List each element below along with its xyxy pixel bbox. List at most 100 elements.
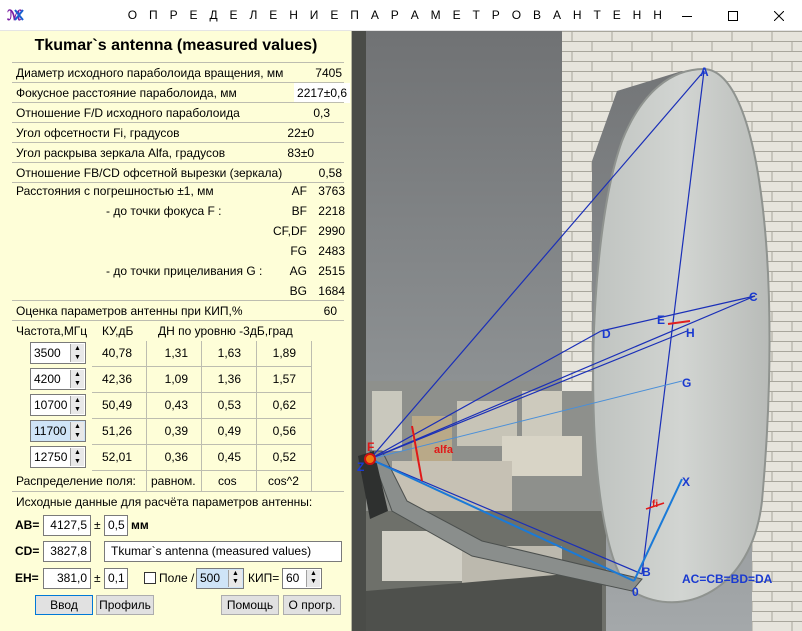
gain-header: КУ,дБ: [102, 324, 134, 338]
about-button[interactable]: О прогр.: [283, 595, 341, 615]
stepper-arrows[interactable]: ▲ ▼: [70, 370, 84, 388]
antenna-photo: A B C D E H G F Z X 0 fi alfa AC=CB=BD=D…: [352, 31, 802, 631]
distance-value: 1684: [318, 284, 345, 298]
distribution-option: cos^2: [268, 474, 299, 488]
gain-cell: 50,49: [101, 398, 132, 412]
antenna-diagram: A B C D E H G F Z X 0 fi alfa AC=CB=BD=D…: [352, 31, 802, 631]
frequency-stepper[interactable]: 4200 ▲ ▼: [30, 368, 86, 390]
divider: [201, 341, 202, 491]
stepper-arrows[interactable]: ▲ ▼: [306, 570, 320, 587]
beam-cell: 0,52: [272, 450, 296, 464]
stepper-arrows[interactable]: ▲ ▼: [70, 422, 84, 440]
beam-cell: 0,36: [164, 450, 188, 464]
frequency-stepper[interactable]: 12750 ▲ ▼: [30, 446, 86, 468]
frequency-value: 10700: [34, 398, 68, 412]
distance-value: 2483: [318, 244, 345, 258]
point-d-label: D: [602, 327, 611, 341]
divider: [12, 320, 344, 321]
chevron-up-icon[interactable]: ▲: [71, 448, 84, 457]
frequency-value: 4200: [34, 372, 61, 386]
chevron-up-icon[interactable]: ▲: [71, 422, 84, 431]
distances-title: Расстояния с погрешностью ±1, мм: [16, 184, 214, 198]
maximize-button[interactable]: [710, 0, 756, 31]
chevron-up-icon[interactable]: ▲: [71, 370, 84, 379]
input-button[interactable]: Ввод: [35, 595, 93, 615]
beam-header: ДН по уровню -3дБ,град: [158, 324, 293, 338]
distribution-option: равном.: [151, 474, 196, 488]
field-value: 500: [200, 571, 221, 585]
ab-tolerance-input[interactable]: 0,5: [104, 515, 128, 536]
param-row: Отношение F/D исходного параболоида 0,3: [12, 102, 344, 122]
divider: [92, 366, 312, 367]
divider: [146, 341, 147, 491]
beam-cell: 0,56: [272, 424, 296, 438]
chevron-up-icon[interactable]: ▲: [307, 570, 320, 578]
cd-input[interactable]: 3827,8: [43, 541, 91, 562]
plus-minus: ±: [94, 518, 101, 532]
frequency-stepper[interactable]: 11700 ▲ ▼: [30, 420, 86, 442]
plus-minus: ±: [94, 571, 101, 585]
kip-label: КИП=: [248, 571, 280, 585]
fi-label: fi: [652, 499, 658, 510]
beam-cell: 0,39: [164, 424, 188, 438]
chevron-up-icon[interactable]: ▲: [71, 396, 84, 405]
stepper-arrows[interactable]: ▲ ▼: [228, 570, 242, 587]
distance-value: 3763: [318, 184, 345, 198]
chevron-down-icon[interactable]: ▼: [71, 353, 84, 362]
divider: [92, 418, 312, 419]
divider: [311, 341, 312, 491]
chevron-down-icon[interactable]: ▼: [71, 405, 84, 414]
chevron-down-icon[interactable]: ▼: [307, 578, 320, 586]
stepper-arrows[interactable]: ▲ ▼: [70, 396, 84, 414]
param-row: Диаметр исходного параболоида вращения, …: [12, 62, 344, 82]
ab-input[interactable]: 4127,5: [43, 515, 91, 536]
focus-distances-label: - до точки фокуса F :: [106, 204, 222, 218]
eh-input[interactable]: 381,0: [43, 568, 91, 589]
distance-name: AF: [291, 184, 307, 198]
frequency-stepper[interactable]: 3500 ▲ ▼: [30, 342, 86, 364]
kip-stepper[interactable]: 60 ▲ ▼: [282, 568, 322, 589]
point-a-label: A: [700, 65, 709, 79]
param-row: Угол офсетности Fi, градусов 22±0: [12, 122, 344, 142]
unit-label: мм: [131, 518, 149, 532]
equality-label: AC=CB=BD=DA: [682, 572, 773, 586]
beam-cell: 1,63: [217, 346, 241, 360]
stepper-arrows[interactable]: ▲ ▼: [70, 448, 84, 466]
field-checkbox[interactable]: [144, 572, 156, 584]
chevron-up-icon[interactable]: ▲: [229, 570, 242, 578]
stepper-arrows[interactable]: ▲ ▼: [70, 344, 84, 362]
distance-name: FG: [290, 244, 307, 258]
param-value: 7405: [315, 66, 342, 80]
close-button[interactable]: [756, 0, 802, 31]
param-label: Отношение F/D исходного параболоида: [16, 106, 240, 120]
inputs-title: Исходные данные для расчёта параметров а…: [16, 495, 313, 509]
chevron-down-icon[interactable]: ▼: [71, 379, 84, 388]
chevron-down-icon[interactable]: ▼: [71, 431, 84, 440]
distance-name: BF: [291, 204, 307, 218]
chevron-up-icon[interactable]: ▲: [71, 344, 84, 353]
gain-cell: 51,26: [101, 424, 132, 438]
frequency-stepper[interactable]: 10700 ▲ ▼: [30, 394, 86, 416]
antenna-name-input[interactable]: Tkumar`s antenna (measured values): [104, 541, 342, 562]
chevron-down-icon[interactable]: ▼: [229, 578, 242, 586]
field-stepper[interactable]: 500 ▲ ▼: [196, 568, 244, 589]
param-label: Диаметр исходного параболоида вращения, …: [16, 66, 284, 80]
beam-cell: 1,57: [272, 372, 296, 386]
point-c-label: C: [749, 290, 758, 304]
eh-tolerance-input[interactable]: 0,1: [104, 568, 128, 589]
field-label: Поле /: [159, 571, 195, 585]
beam-cell: 0,53: [217, 398, 241, 412]
distribution-label: Распределение поля:: [16, 474, 136, 488]
chevron-down-icon[interactable]: ▼: [71, 457, 84, 466]
minimize-button[interactable]: [664, 0, 710, 31]
profile-button[interactable]: Профиль: [96, 595, 154, 615]
frequency-value: 11700: [34, 424, 67, 438]
param-label: Угол офсетности Fi, градусов: [16, 126, 180, 140]
divider: [256, 341, 257, 491]
distance-value: 2990: [318, 224, 345, 238]
estimate-value: 60: [323, 304, 337, 318]
parameters-panel: Tkumar`s antenna (measured values) Диаме…: [0, 31, 352, 631]
param-row: Угол раскрыва зеркала Alfa, градусов 83±…: [12, 142, 344, 162]
alfa-label: alfa: [434, 444, 454, 456]
help-button[interactable]: Помощь: [221, 595, 279, 615]
